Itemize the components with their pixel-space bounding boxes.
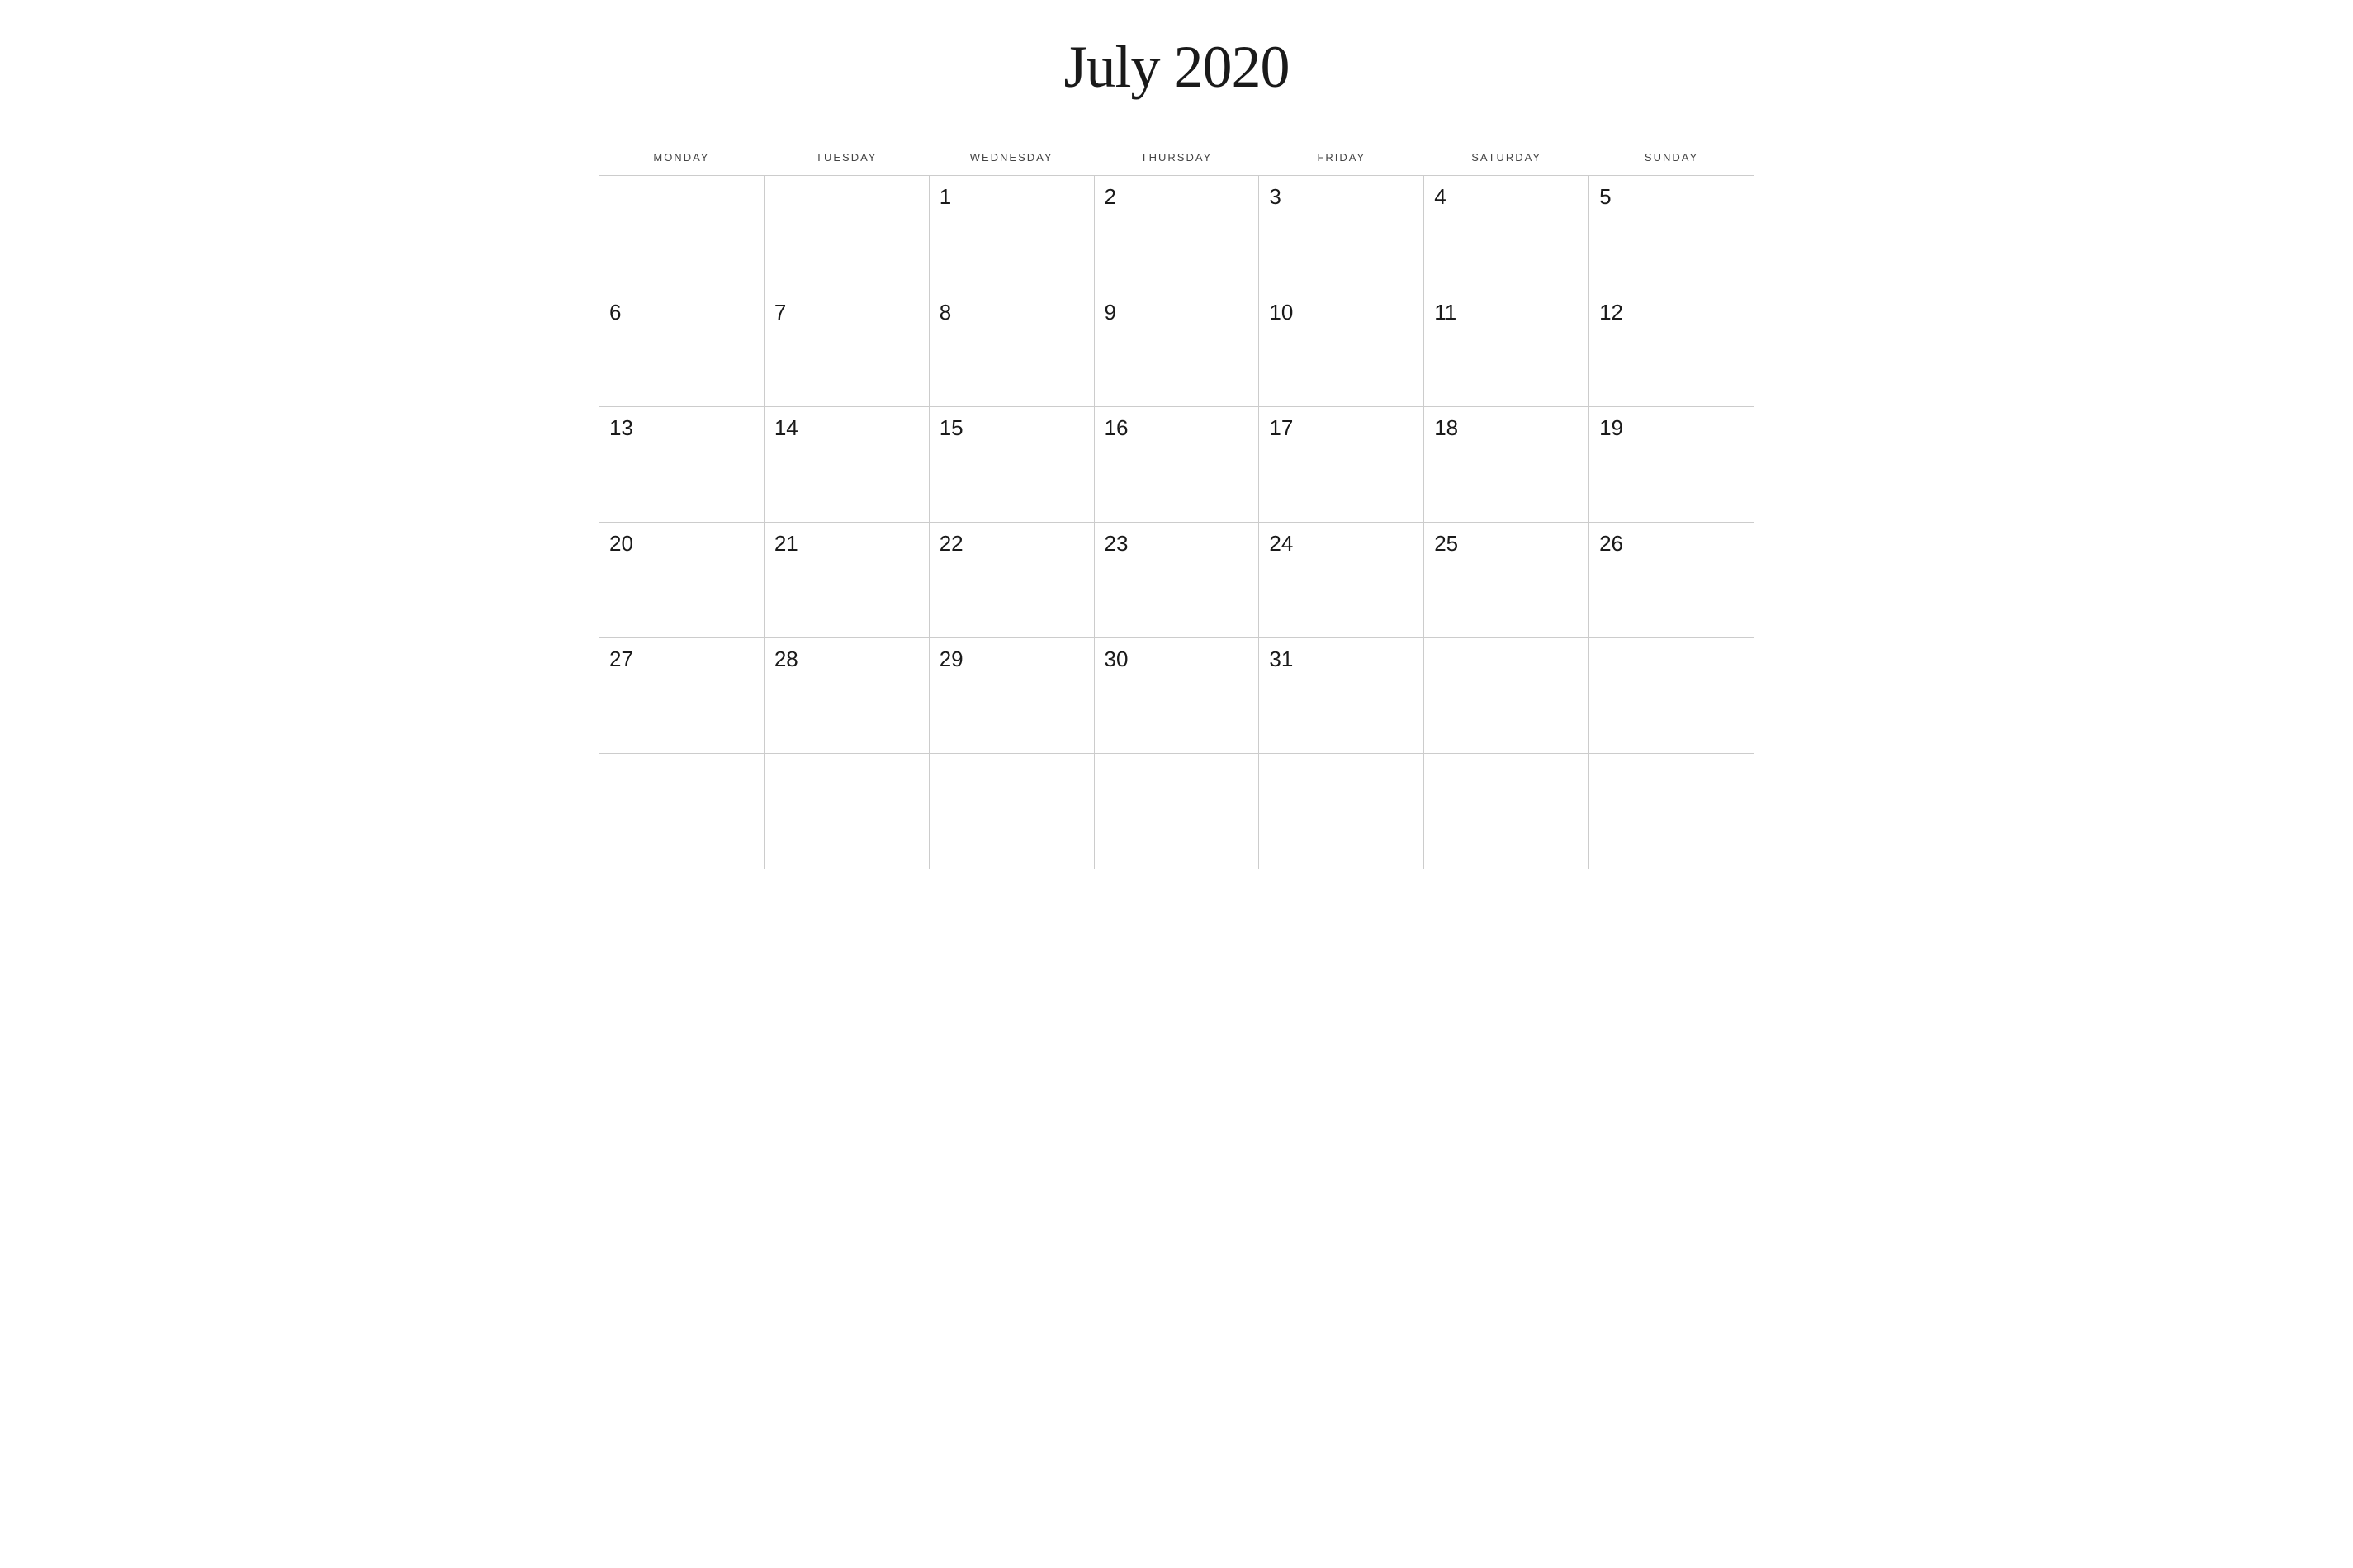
day-header-thursday: THURSDAY [1094, 143, 1259, 176]
calendar-day-12[interactable]: 12 [1589, 291, 1754, 407]
calendar-empty-cell [1424, 638, 1589, 754]
day-number: 5 [1599, 184, 1611, 209]
day-header-tuesday: TUESDAY [764, 143, 929, 176]
calendar-week-row: 27 28 29 30 31 [599, 638, 1754, 754]
calendar-day-5[interactable]: 5 [1589, 176, 1754, 291]
calendar-empty-cell [599, 754, 765, 869]
day-number: 29 [940, 647, 963, 671]
day-number: 27 [609, 647, 633, 671]
calendar-empty-cell [764, 176, 929, 291]
day-number: 8 [940, 300, 951, 324]
day-header-wednesday: WEDNESDAY [929, 143, 1094, 176]
day-number: 11 [1434, 300, 1456, 324]
calendar-container: MONDAYTUESDAYWEDNESDAYTHURSDAYFRIDAYSATU… [599, 143, 1754, 869]
calendar-empty-cell [764, 754, 929, 869]
calendar-day-22[interactable]: 22 [929, 523, 1094, 638]
day-number: 16 [1105, 415, 1129, 440]
day-number: 25 [1434, 531, 1458, 556]
calendar-day-30[interactable]: 30 [1094, 638, 1259, 754]
calendar-empty-cell [1424, 754, 1589, 869]
day-number: 15 [940, 415, 963, 440]
calendar-week-row: 20 21 22 23 24 25 26 [599, 523, 1754, 638]
day-number: 21 [774, 531, 798, 556]
day-number: 31 [1269, 647, 1293, 671]
day-number: 18 [1434, 415, 1458, 440]
calendar-day-14[interactable]: 14 [764, 407, 929, 523]
day-header-friday: FRIDAY [1259, 143, 1424, 176]
day-number: 28 [774, 647, 798, 671]
calendar-day-2[interactable]: 2 [1094, 176, 1259, 291]
calendar-empty-cell [599, 176, 765, 291]
day-number: 9 [1105, 300, 1116, 324]
calendar-day-1[interactable]: 1 [929, 176, 1094, 291]
calendar-week-row [599, 754, 1754, 869]
day-number: 7 [774, 300, 786, 324]
day-number: 30 [1105, 647, 1129, 671]
calendar-day-23[interactable]: 23 [1094, 523, 1259, 638]
calendar-empty-cell [1259, 754, 1424, 869]
day-number: 10 [1269, 300, 1293, 324]
day-headers-row: MONDAYTUESDAYWEDNESDAYTHURSDAYFRIDAYSATU… [599, 143, 1754, 176]
calendar-day-21[interactable]: 21 [764, 523, 929, 638]
day-number: 20 [609, 531, 633, 556]
calendar-day-9[interactable]: 9 [1094, 291, 1259, 407]
day-number: 4 [1434, 184, 1446, 209]
calendar-day-20[interactable]: 20 [599, 523, 765, 638]
calendar-day-26[interactable]: 26 [1589, 523, 1754, 638]
calendar-day-8[interactable]: 8 [929, 291, 1094, 407]
calendar-day-24[interactable]: 24 [1259, 523, 1424, 638]
calendar-day-15[interactable]: 15 [929, 407, 1094, 523]
calendar-day-29[interactable]: 29 [929, 638, 1094, 754]
day-number: 12 [1599, 300, 1623, 324]
day-number: 19 [1599, 415, 1623, 440]
day-number: 2 [1105, 184, 1116, 209]
calendar-day-4[interactable]: 4 [1424, 176, 1589, 291]
calendar-week-row: 1 2 3 4 5 [599, 176, 1754, 291]
calendar-day-6[interactable]: 6 [599, 291, 765, 407]
calendar-empty-cell [1589, 638, 1754, 754]
calendar-day-27[interactable]: 27 [599, 638, 765, 754]
day-number: 6 [609, 300, 621, 324]
calendar-week-row: 13 14 15 16 17 18 19 [599, 407, 1754, 523]
day-number: 17 [1269, 415, 1293, 440]
day-header-saturday: SATURDAY [1424, 143, 1589, 176]
calendar-day-7[interactable]: 7 [764, 291, 929, 407]
calendar-day-10[interactable]: 10 [1259, 291, 1424, 407]
calendar-empty-cell [929, 754, 1094, 869]
day-header-sunday: SUNDAY [1589, 143, 1754, 176]
calendar-day-17[interactable]: 17 [1259, 407, 1424, 523]
day-number: 1 [940, 184, 951, 209]
day-number: 26 [1599, 531, 1623, 556]
calendar-day-16[interactable]: 16 [1094, 407, 1259, 523]
calendar-day-19[interactable]: 19 [1589, 407, 1754, 523]
calendar-day-28[interactable]: 28 [764, 638, 929, 754]
day-header-monday: MONDAY [599, 143, 765, 176]
calendar-title: July 2020 [1063, 33, 1289, 102]
day-number: 23 [1105, 531, 1129, 556]
calendar-empty-cell [1589, 754, 1754, 869]
day-number: 14 [774, 415, 798, 440]
calendar-empty-cell [1094, 754, 1259, 869]
day-number: 24 [1269, 531, 1293, 556]
calendar-day-3[interactable]: 3 [1259, 176, 1424, 291]
day-number: 3 [1269, 184, 1281, 209]
calendar-day-25[interactable]: 25 [1424, 523, 1589, 638]
calendar-day-31[interactable]: 31 [1259, 638, 1424, 754]
calendar-week-row: 6 7 8 9 10 11 12 [599, 291, 1754, 407]
calendar-day-13[interactable]: 13 [599, 407, 765, 523]
calendar-day-11[interactable]: 11 [1424, 291, 1589, 407]
calendar-day-18[interactable]: 18 [1424, 407, 1589, 523]
day-number: 13 [609, 415, 633, 440]
calendar-grid: MONDAYTUESDAYWEDNESDAYTHURSDAYFRIDAYSATU… [599, 143, 1754, 869]
day-number: 22 [940, 531, 963, 556]
